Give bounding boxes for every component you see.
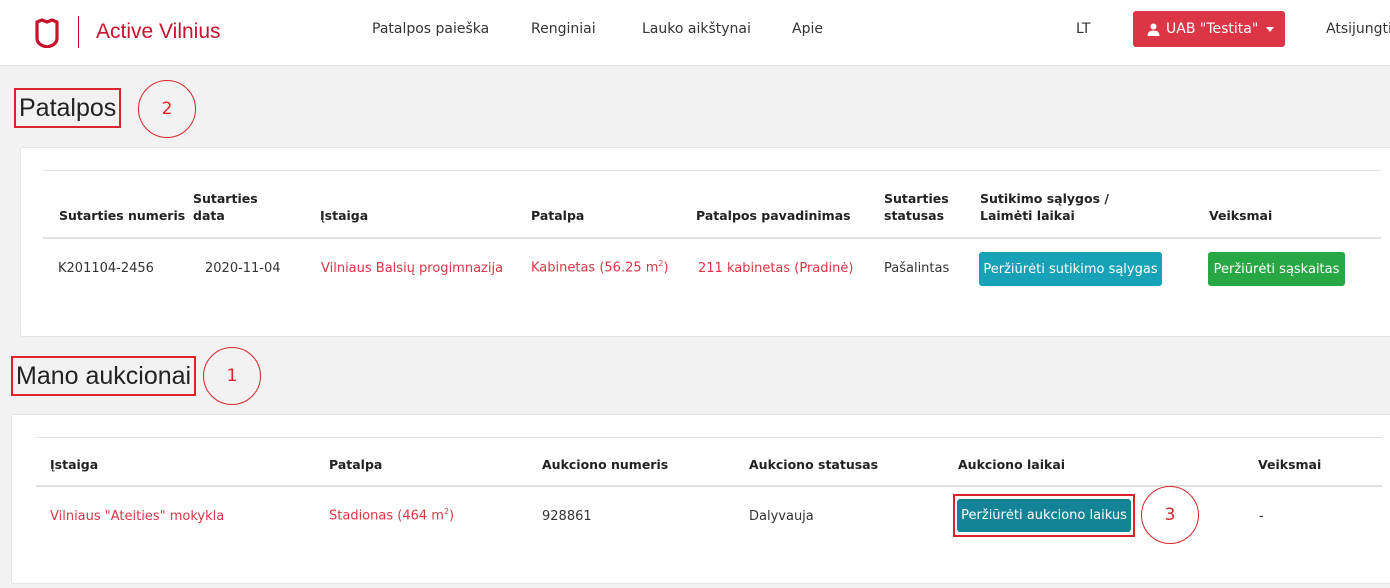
user-icon: [1147, 23, 1160, 36]
brand-name[interactable]: Active Vilnius: [96, 20, 221, 44]
room-link[interactable]: Kabinetas (56.25 m2): [531, 259, 669, 275]
top-navbar: Active Vilnius Patalpos paieška Renginia…: [0, 0, 1390, 66]
auction-room-link-text: Stadionas (464 m: [329, 508, 444, 524]
contract-status: Pašalintas: [884, 261, 950, 276]
language-selector[interactable]: LT: [1076, 21, 1090, 37]
table-header-border: [36, 485, 1382, 487]
nav-patalpos-paieska[interactable]: Patalpos paieška: [372, 21, 489, 37]
annotation-marker-2: 2: [138, 80, 196, 138]
institution-link[interactable]: Vilniaus Balsių progimnazija: [321, 261, 503, 276]
view-terms-button[interactable]: Peržiūrėti sutikimo sąlygas: [979, 252, 1162, 286]
table-header-border: [43, 237, 1381, 239]
mano-aukcionai-title: Mano aukcionai: [11, 356, 197, 396]
room-link-text: Kabinetas (56.25 m: [531, 260, 659, 276]
col-header-patalpa: Patalpa: [531, 208, 585, 223]
auction-institution-link[interactable]: Vilniaus "Ateities" mokykla: [50, 509, 224, 524]
contract-date: 2020-11-04: [205, 261, 281, 276]
annotation-marker-1: 1: [203, 347, 261, 405]
col-header-sutarties-numeris: Sutarties numeris: [59, 208, 186, 223]
view-invoices-button[interactable]: Peržiūrėti sąskaitas: [1208, 252, 1345, 286]
col-header-sutikimo-salygos: Sutikimo sąlygos / Laimėti laikai: [980, 191, 1109, 223]
user-menu-button[interactable]: UAB "Testita": [1133, 11, 1285, 47]
auction-room-link-close: ): [449, 508, 455, 524]
col-header-sutarties-data: Sutarties data: [193, 191, 258, 223]
col-header-veiksmai: Veiksmai: [1258, 457, 1322, 472]
col-header-istaiga: Įstaiga: [320, 208, 369, 223]
nav-lauko-aikstynai[interactable]: Lauko aikštynai: [642, 21, 751, 37]
col-header-patalpa: Patalpa: [329, 457, 383, 472]
patalpos-title: Patalpos: [14, 88, 122, 128]
nav-apie[interactable]: Apie: [792, 21, 823, 37]
logout-link[interactable]: Atsijungti: [1326, 21, 1390, 37]
shield-logo-icon[interactable]: [34, 18, 60, 48]
table-top-border: [43, 170, 1381, 171]
col-header-patalpos-pavadinimas: Patalpos pavadinimas: [696, 208, 851, 223]
patalpos-card: Sutarties numeris Sutarties data Įstaiga…: [20, 147, 1390, 337]
view-auction-times-button[interactable]: Peržiūrėti aukciono laikus: [957, 499, 1131, 532]
col-header-aukciono-laikai: Aukciono laikai: [958, 457, 1066, 472]
auction-room-link[interactable]: Stadionas (464 m2): [329, 507, 454, 523]
col-header-veiksmai: Veiksmai: [1209, 208, 1273, 223]
user-menu-label: UAB "Testita": [1166, 21, 1259, 37]
table-top-border: [36, 437, 1382, 438]
auction-actions: -: [1259, 509, 1264, 524]
logo-divider: [78, 16, 79, 48]
auction-number: 928861: [542, 509, 592, 524]
auction-status: Dalyvauja: [749, 509, 814, 524]
room-name-link[interactable]: 211 kabinetas (Pradinė): [698, 261, 853, 276]
nav-renginiai[interactable]: Renginiai: [531, 21, 596, 37]
room-link-close: ): [663, 260, 669, 276]
col-header-aukciono-statusas: Aukciono statusas: [749, 457, 879, 472]
col-header-istaiga: Įstaiga: [50, 457, 99, 472]
contract-number: K201104-2456: [58, 261, 154, 276]
chevron-down-icon: [1266, 26, 1275, 32]
col-header-sutarties-statusas: Sutarties statusas: [884, 191, 949, 223]
col-header-aukciono-numeris: Aukciono numeris: [542, 457, 669, 472]
annotation-marker-3: 3: [1141, 486, 1199, 544]
